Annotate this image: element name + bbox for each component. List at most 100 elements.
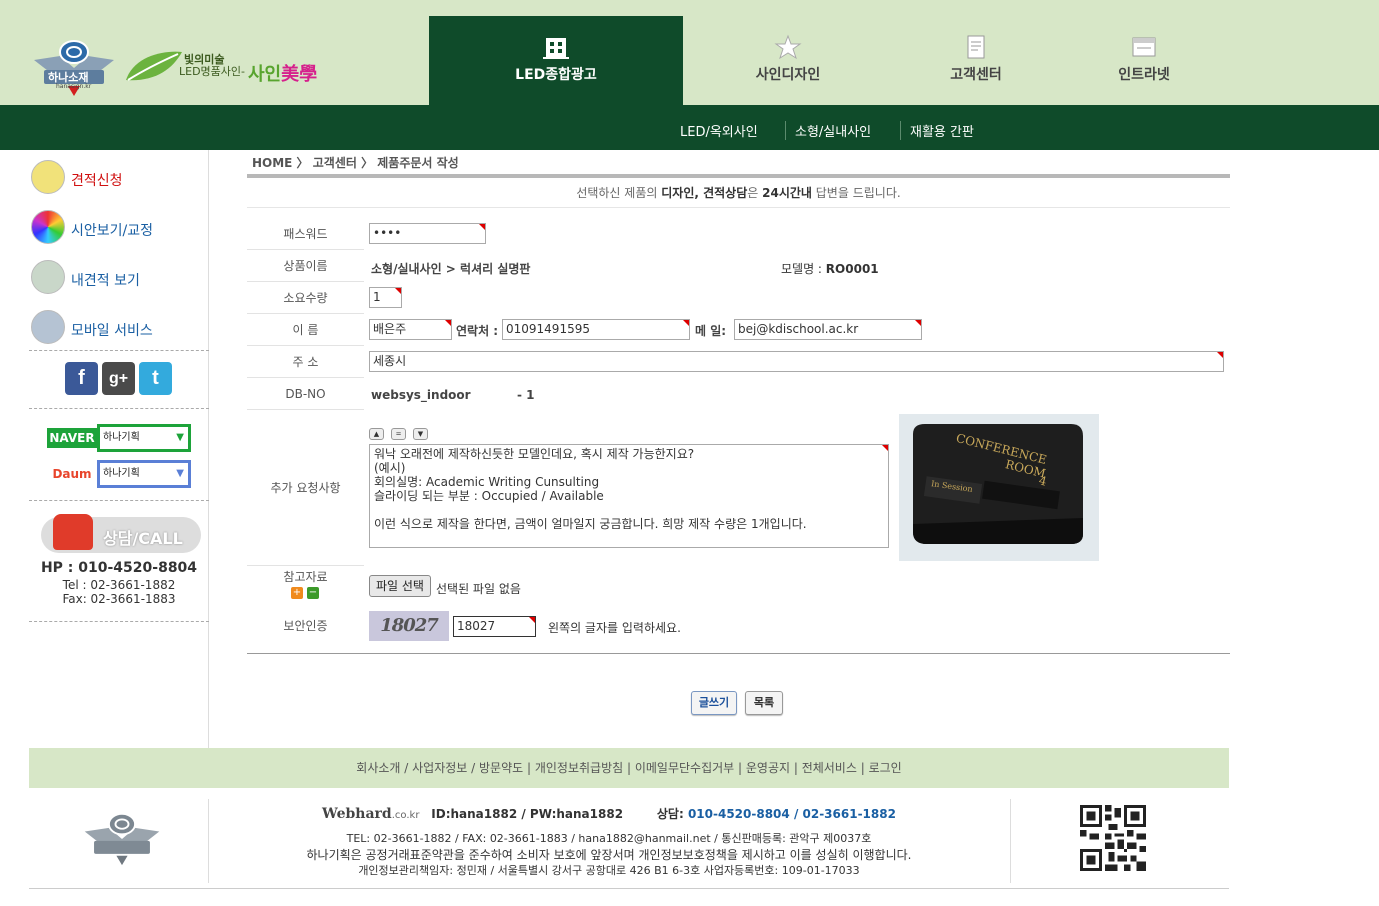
db-no-value: websys_indoor (371, 388, 471, 402)
divider (29, 408, 209, 409)
twitter-icon[interactable]: t (139, 362, 172, 395)
divider (29, 500, 209, 501)
divider (29, 621, 209, 622)
email-label: 메 일: (695, 324, 727, 338)
write-button[interactable]: 글쓰기 (691, 691, 737, 715)
captcha-label: 보안인증 (283, 619, 328, 633)
dropdown-arrow-icon: ▼ (176, 432, 184, 443)
sidebar-item-estimate[interactable]: 견적신청 (29, 154, 209, 198)
color-wheel-icon (31, 210, 65, 244)
sidebar-item-label: 견적신청 (71, 173, 123, 189)
building-icon (543, 38, 569, 59)
password-input[interactable]: •••• (369, 223, 486, 244)
bottom-rule (247, 653, 1230, 654)
menu-label: 사인디자인 (755, 67, 821, 83)
menu-label: 인트라넷 (1118, 67, 1170, 83)
sidebar-item-label: 내견적 보기 (71, 273, 140, 289)
address-label: 주 소 (247, 346, 364, 378)
sidebar-item-my-estimates[interactable]: 내견적 보기 (29, 254, 209, 298)
tel-number: Tel : 02-3661-1882 (62, 578, 176, 592)
contact-input[interactable]: 01091491595 (502, 319, 690, 340)
dropdown-arrow-icon: ▼ (176, 468, 184, 479)
brand-name: 사인美學 (248, 64, 318, 85)
captcha-hint: 왼쪽의 글자를 입력하세요. (548, 621, 681, 635)
call-banner[interactable]: 상담/CALL (41, 514, 201, 553)
facebook-icon[interactable]: f (65, 362, 98, 395)
bottom-rule (29, 888, 1229, 889)
naver-logo: NAVER (47, 428, 97, 448)
phone-icon (53, 514, 93, 550)
sidebar-item-label: 시안보기/교정 (71, 223, 153, 239)
product-value: 소형/실내사인 > 럭셔리 실명판 (371, 262, 531, 276)
submenu-led-outdoor[interactable]: LED/옥외사인 (680, 121, 758, 140)
model-info: 모델명 : RO0001 (781, 262, 879, 276)
reference-label: 참고자료 (283, 570, 328, 584)
leaf-icon (126, 51, 182, 81)
expand-down-button[interactable]: ▼ (413, 428, 428, 440)
menu-label: LED종합광고 (515, 67, 597, 83)
document-icon (967, 35, 985, 59)
footer-logo[interactable] (81, 809, 163, 869)
sidebar: 견적신청 시안보기/교정 내견적 보기 모바일 서비스 f g+ t NAVER… (29, 150, 209, 748)
quantity-label: 소요수량 (247, 282, 364, 314)
list-button[interactable]: 목록 (745, 691, 783, 715)
submenu-recycled-sign[interactable]: 재활용 간판 (900, 121, 974, 140)
sidebar-item-drafts[interactable]: 시안보기/교정 (29, 204, 209, 248)
expand-up-button[interactable]: ▲ (369, 428, 384, 440)
submenu-small-indoor[interactable]: 소형/실내사인 (785, 121, 871, 140)
daum-search-input[interactable]: 하나기획 ▼ (97, 460, 191, 488)
menu-intranet[interactable]: 인트라넷 (1017, 16, 1271, 105)
sidebar-item-mobile[interactable]: 모바일 서비스 (29, 304, 209, 348)
webhard-logo: Webhard (322, 806, 392, 822)
footer-line3: 개인정보관리책임자: 정민재 / 서울특별시 강서구 공항대로 426 B1 6… (358, 864, 860, 877)
documents-icon (31, 260, 65, 294)
hp-number: HP : 010-4520-8804 (40, 560, 198, 576)
quantity-input[interactable]: 1 (369, 287, 402, 308)
file-select-button[interactable]: 파일 선택 (369, 575, 431, 597)
product-label: 상품이름 (247, 250, 364, 282)
remove-file-icon[interactable]: − (307, 587, 319, 599)
menu-led-advertising[interactable]: LED종합광고 (429, 16, 683, 105)
db-no-label: DB-NO (247, 378, 364, 410)
brand-line2: LED명품사인- (179, 65, 245, 78)
file-status: 선택된 파일 없음 (436, 582, 521, 596)
footer-line2: 하나기획은 공정거래표준약관을 준수하여 소비자 보호에 앞장서며 개인정보보호… (306, 848, 912, 862)
name-input[interactable]: 배은주 (369, 319, 452, 340)
pencil-icon (31, 160, 65, 194)
qr-code-icon (1080, 805, 1146, 871)
footer-line1: TEL: 02-3661-1882 / FAX: 02-3661-1883 / … (346, 832, 872, 845)
webhard-info: Webhard.co.kr ID:hana1882 / PW:hana1882 … (322, 806, 896, 822)
star-icon (774, 34, 802, 60)
address-input[interactable]: 세종시 (369, 351, 1224, 372)
footer: Webhard.co.kr ID:hana1882 / PW:hana1882 … (29, 799, 1229, 883)
password-label: 패스워드 (247, 218, 364, 250)
request-textarea[interactable]: 워낙 오래전에 제작하신듯한 모델인데요, 혹시 제작 가능한지요? (예시) … (369, 444, 889, 548)
daum-search: Daum 하나기획 ▼ (47, 460, 191, 488)
breadcrumb: HOME 〉 고객센터 〉 제품주문서 작성 (252, 156, 459, 170)
browser-icon (1132, 37, 1156, 57)
call-label: 상담/CALL (103, 529, 183, 548)
divider (1010, 799, 1011, 883)
sidebar-item-label: 모바일 서비스 (71, 323, 153, 339)
googleplus-icon[interactable]: g+ (102, 362, 135, 395)
footer-nav[interactable]: 회사소개 / 사업자정보 / 방문약도 | 개인정보취급방침 | 이메일무단수집… (29, 748, 1229, 788)
email-input[interactable]: bej@kdischool.ac.kr (734, 319, 922, 340)
product-photo: CONFERENCE ROOM 4 In Session (899, 414, 1099, 561)
brand-logo[interactable]: 빛의미술 LED명품사인- 사인美學 (124, 46, 334, 88)
reset-size-button[interactable]: = (391, 428, 406, 440)
naver-search-input[interactable]: 하나기획 ▼ (97, 424, 191, 452)
name-label: 이 름 (247, 314, 364, 346)
contact-label: 연락처 : (456, 324, 499, 338)
naver-search: NAVER 하나기획 ▼ (47, 424, 191, 452)
add-file-icon[interactable]: + (291, 587, 303, 599)
divider (247, 207, 1230, 208)
captcha-input[interactable]: 18027 (453, 616, 536, 637)
company-logo[interactable]: 하나소재 hanasign.kr (30, 38, 118, 98)
request-label: 추가 요청사항 (247, 410, 364, 566)
top-rule (247, 174, 1230, 178)
daum-logo: Daum (52, 467, 92, 481)
db-no-number: - 1 (517, 388, 535, 402)
logo-subtext: hanasign.kr (56, 83, 92, 90)
captcha-image: 18027 (369, 611, 449, 641)
menu-label: 고객센터 (950, 67, 1002, 83)
